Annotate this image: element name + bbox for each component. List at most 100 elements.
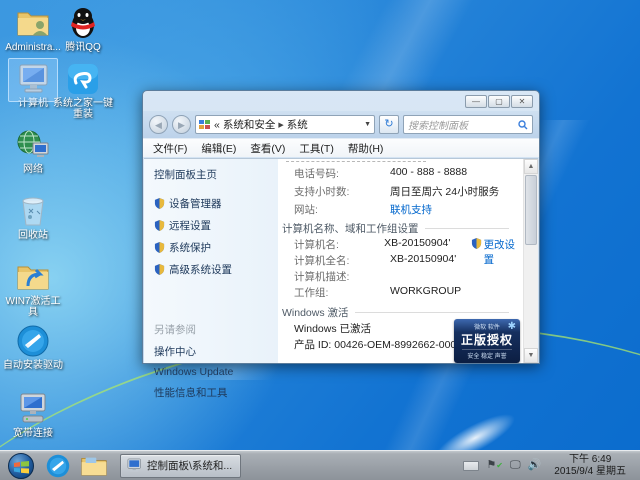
desktop: Administra... 腾讯QQ (0, 0, 640, 480)
broadband-connection-icon (15, 392, 51, 426)
qq-penguin-icon (65, 6, 101, 40)
menu-help[interactable]: 帮助(H) (348, 141, 384, 156)
action-center-flag-icon[interactable]: ⚑✔ (486, 460, 503, 471)
breadcrumb-prefix[interactable]: « (214, 119, 220, 131)
language-bar-icon[interactable] (463, 461, 479, 471)
computer-fullname-row: 计算机全名: XB-20150904' (294, 253, 456, 268)
close-button[interactable]: ✕ (511, 95, 533, 108)
scroll-down-icon[interactable]: ▼ (524, 348, 538, 363)
activator-folder-icon (15, 260, 51, 294)
search-placeholder: 搜索控制面板 (408, 117, 518, 132)
uac-shield-icon (154, 264, 165, 275)
menu-view[interactable]: 查看(V) (250, 141, 285, 156)
address-dropdown-icon[interactable]: ▼ (364, 121, 371, 128)
refresh-button[interactable]: ↻ (379, 115, 399, 134)
desktop-icon-label: 自动安装驱动 (2, 360, 64, 371)
website-row: 网站: 联机支持 (294, 202, 432, 217)
taskbar-browser-icon[interactable] (44, 453, 72, 479)
breadcrumb-system-security[interactable]: 系统和安全 (223, 117, 276, 132)
navigation-bar: ◀ ▶ « 系统和安全 ▶ 系统 ▼ ↻ 搜索控制面板 (143, 111, 539, 138)
desktop-icon-network[interactable]: 网络 (2, 128, 64, 175)
section-computer-name: 计算机名称、域和工作组设置 (282, 221, 509, 236)
back-button[interactable]: ◀ (149, 115, 168, 134)
recycle-bin-icon (15, 194, 51, 228)
control-panel-icon (199, 119, 211, 131)
desktop-icon-auto-driver[interactable]: 自动安装驱动 (2, 324, 64, 371)
computer-description-row: 计算机描述: (294, 269, 390, 284)
user-folder-icon (15, 6, 51, 40)
search-box[interactable]: 搜索控制面板 (403, 115, 533, 134)
windows-flag-icon (14, 460, 29, 474)
scroll-up-icon[interactable]: ▲ (524, 159, 538, 174)
menu-file[interactable]: 文件(F) (153, 141, 187, 156)
activation-status-row: Windows 已激活 (294, 321, 371, 336)
uac-shield-icon (154, 220, 165, 231)
online-support-link[interactable]: 联机支持 (390, 202, 432, 217)
uac-shield-icon (471, 238, 482, 249)
taskbar: 控制面板\系统和... ⚑✔ 🖵 🔊 下午 6:49 2015/9/4 星期五 (0, 450, 640, 480)
address-bar[interactable]: « 系统和安全 ▶ 系统 ▼ (195, 115, 375, 134)
auto-driver-app-icon (15, 324, 51, 358)
section-windows-activation: Windows 激活 (282, 305, 509, 320)
syshome-app-icon (65, 62, 101, 96)
menu-tools[interactable]: 工具(T) (299, 141, 333, 156)
genuine-windows-badge[interactable]: ✱ 微软 软件 正版授权 安全 稳定 声誉 (454, 319, 520, 363)
breadcrumb-system[interactable]: 系统 (287, 117, 308, 132)
desktop-icon-recycle-bin[interactable]: 回收站 (2, 194, 64, 241)
vertical-scrollbar[interactable]: ▲ ▼ (523, 159, 538, 363)
taskbar-task-control-panel[interactable]: 控制面板\系统和... (120, 454, 241, 478)
desktop-icon-win7-activator[interactable]: WIN7激活工具 (2, 260, 64, 318)
maximize-button[interactable]: ▢ (488, 95, 510, 108)
menu-bar: 文件(F) 编辑(E) 查看(V) 工具(T) 帮助(H) (143, 138, 539, 157)
sidebar-control-panel-home[interactable]: 控制面板主页 (154, 167, 278, 182)
minimize-button[interactable]: — (465, 95, 487, 108)
taskbar-explorer-icon[interactable] (80, 453, 108, 479)
taskbar-clock[interactable]: 下午 6:49 2015/9/4 星期五 (548, 454, 632, 478)
workgroup-row: 工作组: WORKGROUP (294, 285, 461, 300)
hours-row: 支持小时数: 周日至周六 24小时服务 (294, 184, 499, 199)
scrollbar-thumb[interactable] (525, 175, 537, 245)
system-tray: ⚑✔ 🖵 🔊 下午 6:49 2015/9/4 星期五 (463, 454, 640, 478)
selection-highlight (8, 58, 58, 102)
task-button-label: 控制面板\系统和... (147, 458, 232, 473)
phone-row: 电话号码: 400 - 888 - 8888 (294, 166, 467, 181)
clock-date: 2015/9/4 星期五 (554, 466, 626, 478)
desktop-icon-label: 回收站 (2, 230, 64, 241)
sidebar-action-center[interactable]: 操作中心 (154, 344, 278, 359)
window-titlebar[interactable]: — ▢ ✕ (143, 91, 539, 111)
network-tray-icon[interactable]: 🖵 (510, 460, 521, 471)
start-button[interactable] (8, 453, 34, 479)
sidebar-system-protection[interactable]: 系统保护 (154, 240, 278, 255)
clock-time: 下午 6:49 (554, 454, 626, 466)
sidebar-windows-update[interactable]: Windows Update (154, 366, 278, 378)
desktop-icon-syshome[interactable]: 系统之家一键重装 (52, 62, 114, 120)
breadcrumb-separator-icon: ▶ (278, 121, 283, 129)
uac-shield-icon (154, 198, 165, 209)
system-window: — ▢ ✕ ◀ ▶ « 系统和安全 ▶ 系统 ▼ ↻ 搜索控制面板 (142, 90, 540, 364)
menu-edit[interactable]: 编辑(E) (201, 141, 236, 156)
uac-shield-icon (154, 242, 165, 253)
desktop-icon-broadband[interactable]: 宽带连接 (2, 392, 64, 439)
change-settings-link[interactable]: 更改设置 (484, 237, 523, 267)
sidebar-device-manager[interactable]: 设备管理器 (154, 196, 278, 211)
sidebar-performance-tools[interactable]: 性能信息和工具 (154, 385, 278, 400)
volume-icon[interactable]: 🔊 (528, 460, 542, 471)
sidebar: 控制面板主页 设备管理器 远程设置 (144, 159, 278, 363)
desktop-icon-label: 腾讯QQ (52, 42, 114, 53)
sidebar-advanced-settings[interactable]: 高级系统设置 (154, 262, 278, 277)
forward-button[interactable]: ▶ (172, 115, 191, 134)
desktop-icon-label: 系统之家一键重装 (52, 98, 114, 120)
network-icon (15, 128, 51, 162)
desktop-icon-label: 网络 (2, 164, 64, 175)
system-task-icon (126, 458, 142, 473)
sidebar-remote-settings[interactable]: 远程设置 (154, 218, 278, 233)
genuine-star-icon: ✱ (508, 321, 516, 332)
system-content: 电话号码: 400 - 888 - 8888 支持小时数: 周日至周六 24小时… (278, 159, 523, 363)
desktop-icon-label: 宽带连接 (2, 428, 64, 439)
product-id-row: 产品 ID: 00426-OEM-8992662-00006 (294, 337, 468, 352)
search-icon[interactable] (518, 120, 528, 130)
scroll-remnant-line (286, 161, 426, 162)
desktop-icon-qq[interactable]: 腾讯QQ (52, 6, 114, 53)
desktop-icon-label: WIN7激活工具 (2, 296, 64, 318)
see-also-header: 另请参阅 (154, 322, 278, 337)
